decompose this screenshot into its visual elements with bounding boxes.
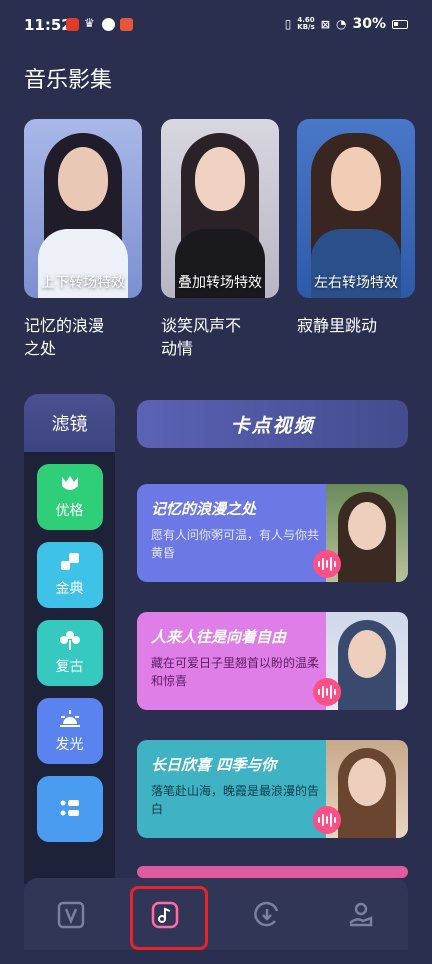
sunrise-icon [59, 710, 80, 727]
nav-user-button[interactable] [336, 890, 386, 940]
nav-v-button[interactable] [46, 890, 96, 940]
album-thumbnail: 叠加转场特效 [161, 119, 279, 298]
squares-icon [60, 553, 79, 570]
filter-item-fugu[interactable]: 复古 [36, 620, 103, 686]
video-card-desc: 藏在可爱日子里翘首以盼的温柔和惊喜 [151, 656, 320, 688]
filter-item-yougu[interactable]: 优格 [36, 464, 103, 530]
flower-icon [59, 631, 80, 650]
v-icon [57, 901, 85, 929]
album-thumbnail: 左右转场特效 [297, 119, 415, 298]
filter-panel: 滤镜 优格 金典 复古 发光 [24, 394, 115, 884]
video-card-desc: 愿有人问你粥可温，有人与你共黄昏 [151, 528, 320, 560]
video-card-title: 人来人往是向着自由 [151, 628, 287, 646]
status-time: 11:52 [24, 16, 72, 34]
no-sim-icon: ⊠ [320, 17, 330, 31]
video-card-1[interactable]: 记忆的浪漫之处 愿有人问你粥可温，有人与你共黄昏 [137, 484, 408, 582]
status-right: ▯ 4.60 KB/s ⊠ ◔ 30% [285, 16, 408, 32]
app-notification-icon-2 [120, 18, 133, 31]
album-card-2[interactable]: 叠加转场特效 谈笑风声不动情 [161, 119, 279, 360]
filter-label: 优格 [55, 503, 84, 519]
video-card-title: 长日欣喜 四季与你 [151, 756, 277, 774]
audio-wave-icon[interactable] [313, 806, 341, 834]
video-card-3[interactable]: 长日欣喜 四季与你 落笔赴山海，晚霞是最浪漫的告白 [137, 740, 408, 838]
battery-icon [392, 19, 408, 29]
nav-clock-button[interactable] [242, 890, 292, 940]
network-speed: 4.60 KB/s [297, 17, 314, 31]
album-title: 谈笑风声不动情 [161, 316, 242, 358]
clock-download-icon [254, 901, 279, 927]
album-card-1[interactable]: 上下转场特效 记忆的浪漫之处 [24, 119, 142, 360]
page-title: 音乐影集 [24, 68, 113, 93]
bottom-nav [24, 878, 408, 950]
user-hand-icon [349, 902, 373, 927]
album-effect-label: 左右转场特效 [314, 275, 398, 291]
filter-label: 发光 [55, 737, 84, 753]
filter-item-jindian[interactable]: 金典 [36, 542, 103, 608]
app-notification-icon [66, 18, 79, 31]
album-title: 寂静里跳动 [297, 316, 378, 335]
status-bar: 11:52 ♛ ▯ 4.60 KB/s ⊠ ◔ 30% [0, 0, 432, 50]
album-card-3[interactable]: 左右转场特效 寂静里跳动 [297, 119, 415, 337]
video-card-4-partial[interactable] [137, 866, 408, 878]
video-card-desc: 落笔赴山海，晚霞是最浪漫的告白 [151, 784, 320, 816]
audio-wave-icon[interactable] [313, 550, 341, 578]
battery-percent: 30% [352, 16, 386, 32]
network-speed-unit: KB/s [297, 23, 315, 31]
crown-icon: ♛ [84, 16, 95, 30]
wifi-icon: ◔ [336, 17, 347, 31]
video-card-2[interactable]: 人来人往是向着自由 藏在可爱日子里翘首以盼的温柔和惊喜 [137, 612, 408, 710]
album-effect-label: 上下转场特效 [41, 275, 125, 291]
list-icon [60, 800, 79, 816]
filter-item-faguang[interactable]: 发光 [36, 698, 103, 764]
vibrate-icon: ▯ [284, 17, 292, 31]
filter-item-5[interactable] [36, 776, 103, 842]
check-badge-icon [102, 18, 115, 31]
album-thumbnail: 上下转场特效 [24, 119, 142, 298]
active-nav-highlight [130, 886, 208, 950]
tulip-icon [61, 476, 78, 490]
filter-label: 金典 [55, 581, 84, 597]
filter-label: 复古 [55, 659, 84, 675]
video-card-title: 记忆的浪漫之处 [151, 500, 257, 518]
audio-wave-icon[interactable] [313, 678, 341, 706]
album-effect-label: 叠加转场特效 [178, 275, 262, 291]
filter-title: 滤镜 [24, 394, 115, 452]
album-title: 记忆的浪漫之处 [24, 316, 105, 358]
kadian-video-header: 卡点视频 [137, 400, 408, 448]
